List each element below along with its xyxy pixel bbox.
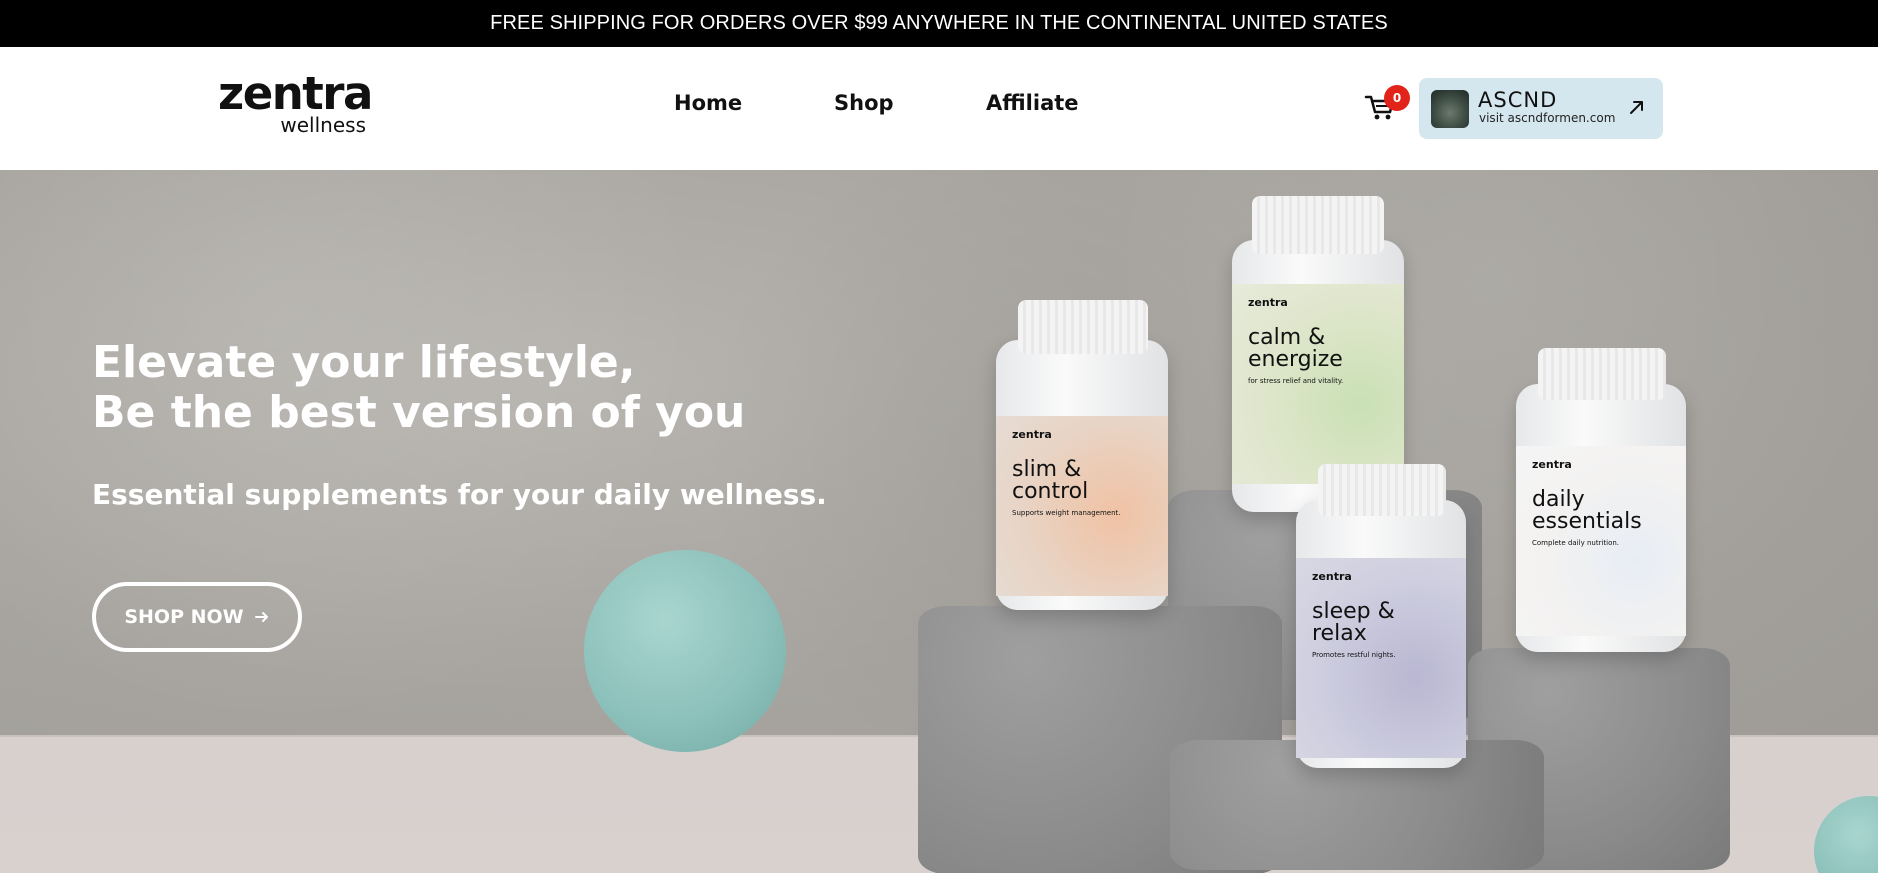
bottle-cap bbox=[1318, 464, 1446, 516]
bottle-label: zentra sleep & relax Promotes restful ni… bbox=[1296, 558, 1466, 758]
ascnd-promo-card[interactable]: ASCND visit ascndformen.com bbox=[1419, 78, 1663, 139]
ascnd-url: visit ascndformen.com bbox=[1479, 111, 1616, 125]
hero-headline: Elevate your lifestyle, Be the best vers… bbox=[92, 338, 745, 438]
ascnd-thumbnail bbox=[1431, 90, 1469, 128]
product-tag: Promotes restful nights. bbox=[1312, 651, 1396, 659]
product-name: slim & control bbox=[1012, 457, 1089, 504]
announcement-bar: FREE SHIPPING FOR ORDERS OVER $99 ANYWHE… bbox=[0, 0, 1878, 47]
shop-now-button[interactable]: SHOP NOW bbox=[92, 582, 302, 652]
shop-now-label: SHOP NOW bbox=[124, 606, 244, 628]
hero-banner: zentra calm & energize for stress relief… bbox=[0, 170, 1878, 873]
site-header: zentra wellness Home Shop Affiliate 0 AS… bbox=[0, 47, 1878, 170]
nav-home[interactable]: Home bbox=[674, 91, 742, 115]
arrow-up-right-icon bbox=[1630, 101, 1643, 114]
bottle-cap bbox=[1018, 300, 1148, 354]
bottle-label: zentra slim & control Supports weight ma… bbox=[996, 416, 1168, 596]
ascnd-brand: ASCND bbox=[1478, 88, 1558, 112]
product-bottle: zentra slim & control Supports weight ma… bbox=[996, 300, 1168, 610]
label-logo: zentra bbox=[1532, 458, 1572, 471]
cart-count-badge: 0 bbox=[1384, 85, 1410, 111]
bottle-cap bbox=[1252, 196, 1384, 254]
teal-sphere bbox=[584, 550, 786, 752]
label-logo: zentra bbox=[1312, 570, 1352, 583]
nav-affiliate[interactable]: Affiliate bbox=[986, 91, 1079, 115]
product-bottle: zentra daily essentials Complete daily n… bbox=[1516, 348, 1686, 652]
label-logo: zentra bbox=[1012, 428, 1052, 441]
product-name: sleep & relax bbox=[1312, 599, 1395, 646]
product-bottle: zentra sleep & relax Promotes restful ni… bbox=[1296, 464, 1466, 768]
label-logo: zentra bbox=[1248, 296, 1288, 309]
product-name: calm & energize bbox=[1248, 325, 1343, 372]
bottle-label: zentra calm & energize for stress relief… bbox=[1232, 284, 1404, 484]
nav-shop[interactable]: Shop bbox=[834, 91, 894, 115]
arrow-right-icon bbox=[254, 612, 268, 622]
headline-line-2: Be the best version of you bbox=[92, 387, 746, 438]
bottle-cap bbox=[1538, 348, 1666, 400]
headline-line-1: Elevate your lifestyle, bbox=[92, 337, 636, 388]
product-tag: Supports weight management. bbox=[1012, 509, 1121, 517]
bottle-label: zentra daily essentials Complete daily n… bbox=[1516, 446, 1686, 636]
announcement-text: FREE SHIPPING FOR ORDERS OVER $99 ANYWHE… bbox=[490, 12, 1388, 34]
product-tag: for stress relief and vitality. bbox=[1248, 377, 1344, 385]
hero-subheadline: Essential supplements for your daily wel… bbox=[92, 478, 827, 511]
product-name: daily essentials bbox=[1532, 487, 1642, 534]
product-tag: Complete daily nutrition. bbox=[1532, 539, 1620, 547]
